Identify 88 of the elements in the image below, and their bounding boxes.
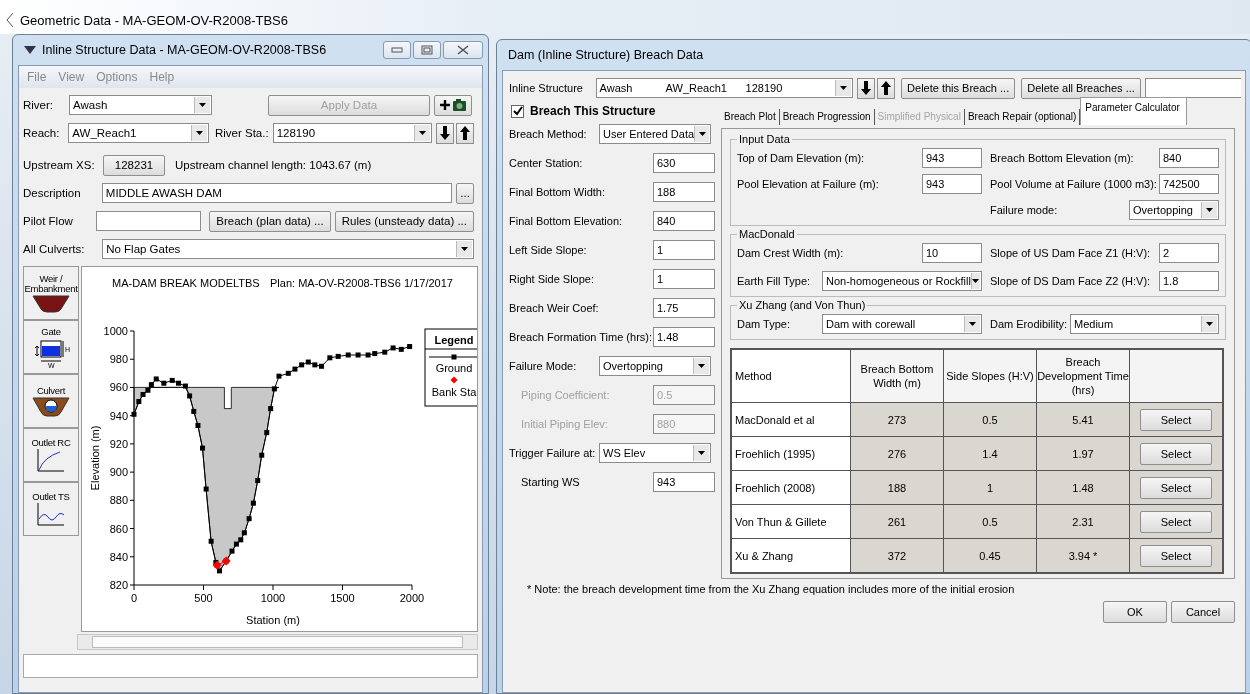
table-cell: 0.45 [944,539,1036,572]
axis-title: Station (m) [246,614,300,626]
table-cell: Von Thun & Gillete [732,505,850,538]
column-header: Side Slopes (H:V) [944,350,1036,402]
table-cell: Froehlich (2008) [732,471,850,504]
table-cell: 276 [851,437,943,470]
tick-label: 980 [109,353,128,366]
field-label: Piping Coefficient: [521,388,610,401]
field-label: Upstream XS: [23,159,96,171]
window-title: Geometric Data - MA-GEOM-OV-R2008-TBS6 [20,12,288,28]
table-cell: Froehlich (1995) [732,437,850,470]
tick-label: 500 [194,592,213,604]
table-cell: 1 [944,471,1036,504]
tick-label: 860 [109,522,128,535]
field-label: Pilot Flow [23,215,74,227]
table-cell: MacDonald et al [732,403,850,436]
field-label: Description [23,187,82,199]
field-label: Reach: [23,127,61,139]
field-label: River Sta.: [214,127,269,139]
plot-date: 1/17/2017 [404,277,453,289]
tick-label: 880 [109,494,128,507]
table-cell: 1.48 [1037,471,1129,504]
group-title: MacDonald [738,228,796,240]
field-label: Breach Formation Time (hrs): [509,330,653,343]
group-title: Xu Zhang (and Von Thun) [738,299,867,311]
tick-label: 0 [130,592,138,604]
footnote-text: * Note: the breach development time from the Xu Zhang equation includes more of the initial erosion [527,583,1015,595]
table-cell: 0.5 [944,403,1036,436]
tick-label: 940 [109,409,128,422]
table-cell: 261 [851,505,943,538]
channel-length-text: Upstream channel length: 1043.67 (m) [175,159,372,171]
field-label: Initial Piping Elev: [521,417,608,430]
tick-label: 820 [109,579,128,591]
field-label: Failure Mode: [509,359,578,372]
field-label: Left Side Slope: [509,243,587,256]
field-label: Right Side Slope: [509,272,594,285]
plot-plan: Plan: MA-OV-R2008-TBS6 [270,277,401,289]
table-cell: 188 [851,471,943,504]
legend-label: Bank Sta [431,386,477,398]
field-label: Dam Crest Width (m): [737,247,844,259]
table-cell: 1.97 [1037,437,1129,470]
field-label: Earth Fill Type: [737,275,811,287]
field-label: River: [23,99,55,111]
column-header: Method [732,350,850,402]
field-label: Slope of DS Dam Face Z2 (H:V): [990,275,1151,287]
tick-label: 960 [109,381,128,394]
field-label: Failure mode: [990,204,1058,216]
table-cell: 273 [851,403,943,436]
legend-label: Ground [435,362,473,374]
table-cell: 0.5 [944,505,1036,538]
tick-label: 2000 [399,592,425,604]
group-title: Input Data [738,133,791,145]
table-cell: 2.31 [1037,505,1129,538]
tick-label: 1000 [103,325,128,337]
window-title: Dam (Inline Structure) Breach Data [508,48,704,62]
field-label: Pool Volume at Failure (1000 m3): [990,178,1157,190]
field-label: Slope of US Dam Face Z1 (H:V): [990,247,1151,259]
tick-label: 1000 [260,592,286,604]
field-label: Final Bottom Width: [509,185,605,198]
legend-title: Legend [434,334,474,346]
field-label: Top of Dam Elevation (m): [737,152,865,164]
field-label: Final Bottom Elevation: [509,214,623,227]
table-cell: 5.41 [1037,403,1129,436]
field-label: Starting WS [521,475,580,488]
tick-label: 900 [109,466,128,479]
tick-label: 920 [109,437,128,450]
table-cell: 1.4 [944,437,1036,470]
window-title: Inline Structure Data - MA-GEOM-OV-R2008-TBS6 [42,43,327,57]
field-label: Trigger Failure at: [509,446,597,459]
plot-title: MA-DAM BREAK MODELTBS [112,277,260,289]
field-label: All Culverts: [23,243,86,255]
table-cell: Xu & Zhang [732,539,850,572]
field-label: Dam Type: [737,318,790,330]
field-label: Dam Erodibility: [990,318,1068,330]
column-header: Breach Development Time (hrs) [1037,350,1129,402]
field-label: Center Station: [509,156,583,169]
tick-label: 1500 [330,592,355,604]
field-label: Breach Bottom Elevation (m): [990,152,1134,164]
field-label: Inline Structure [509,82,584,94]
tick-label: 840 [109,550,128,563]
table-cell: 372 [851,539,943,572]
field-label: Pool Elevation at Failure (m): [737,178,879,190]
field-label: Breach Weir Coef: [509,301,599,314]
table-cell: 3.94 * [1037,539,1129,572]
field-label: Breach Method: [509,127,588,140]
column-header: Breach Bottom Width (m) [851,350,943,402]
checkbox-label: Breach This Structure [530,104,656,118]
axis-title: Elevation (m) [89,425,101,491]
